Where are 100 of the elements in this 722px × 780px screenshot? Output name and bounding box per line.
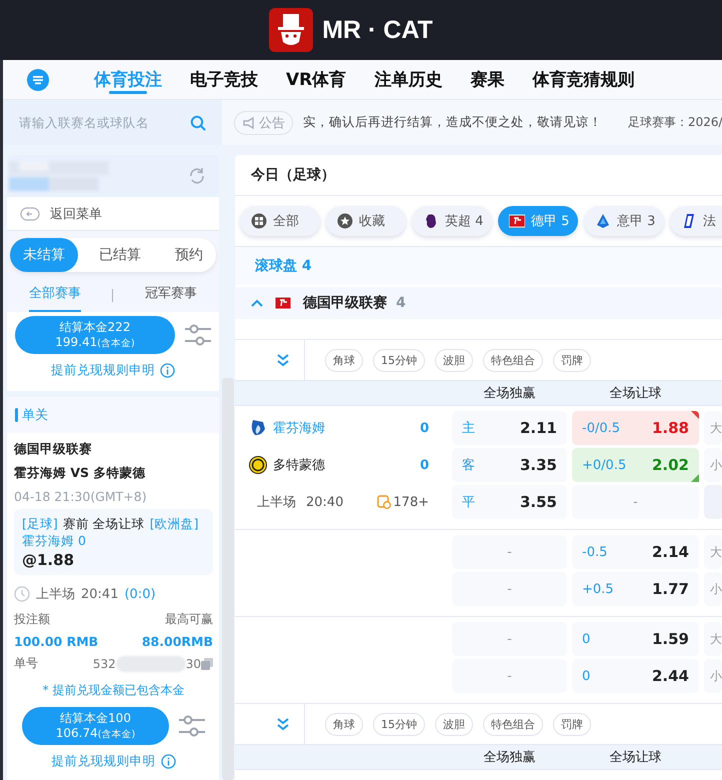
league-chip[interactable]: 英超 4 [412, 206, 492, 236]
team-name: 霍芬海姆 [273, 420, 326, 437]
nav-tab[interactable]: 体育竞猜规则 [532, 60, 634, 100]
payout-amount: 88.00RMB [142, 634, 213, 649]
team-crest-icon [249, 419, 267, 437]
filter-tab[interactable]: 冠军赛事 [145, 278, 198, 312]
markets-icon [377, 495, 392, 509]
status-tab[interactable]: 已结算 [86, 238, 154, 272]
empty-odds-cell: - [452, 535, 567, 569]
megaphone-icon [242, 116, 256, 130]
payout-label: 最高可赢 [165, 611, 213, 628]
notice-badge: 公告 [234, 110, 293, 134]
match-score: (0:0) [124, 586, 156, 602]
refresh-icon [187, 166, 207, 186]
notice-text: 实，确认后再进行结算，造成不便之处，敬请见谅！ [303, 114, 602, 131]
match-period: 上半场 [36, 586, 75, 603]
nav-tab[interactable]: 电子竞技 [190, 60, 258, 100]
sliders-icon[interactable] [179, 715, 205, 737]
column-header: 全场让球 [610, 750, 662, 765]
search-icon [190, 115, 206, 131]
info-icon [160, 754, 176, 769]
odds-button[interactable]: +0/0.5 2.02 [572, 448, 699, 482]
empty-odds-cell: - [452, 622, 567, 656]
odds-button[interactable]: -0.5 2.14 [572, 535, 699, 569]
section-marker [15, 408, 18, 422]
team-crest-icon [249, 456, 267, 474]
league-header[interactable]: 德国甲级联赛 4 [235, 287, 722, 319]
market-filter-chip[interactable]: 罚牌 [553, 712, 591, 736]
stake-label: 投注额 [14, 611, 50, 628]
market-name: 赛前 全场让球 [62, 515, 145, 532]
cat-logo-icon [269, 8, 314, 52]
section-title: 单关 [22, 407, 48, 424]
match-period: 上半场 [257, 494, 296, 511]
sliders-icon[interactable] [185, 324, 211, 346]
market-filter-chip[interactable]: 特色组合 [483, 348, 543, 372]
league-icon [275, 295, 291, 311]
pick-text: 霍芬海姆 0 [22, 532, 87, 549]
chevron-double-down-icon[interactable] [276, 717, 290, 731]
copy-icon[interactable] [201, 658, 213, 670]
empty-odds-cell: - [452, 659, 567, 693]
match-clock: 20:40 [306, 494, 344, 510]
markets-count[interactable]: 178+ [393, 494, 429, 510]
league-chip[interactable]: 意甲 3 [584, 206, 664, 236]
stake-amount: 100.00 RMB [14, 634, 98, 649]
market-filter-chip[interactable]: 波胆 [435, 712, 473, 736]
odds-button[interactable]: 平 3.55 [452, 485, 567, 519]
league-name: 德国甲级联赛 [14, 441, 93, 458]
column-header: 全场让球 [610, 386, 662, 401]
odds-button[interactable]: 主 2.11 [452, 411, 567, 445]
empty-odds-cell: - [572, 485, 699, 519]
team-score: 0 [420, 458, 429, 472]
league-chip[interactable]: 法 [670, 206, 722, 236]
match-time: 04-18 21:30(GMT+8) [14, 489, 148, 504]
nav-tab[interactable]: VR体育 [286, 60, 346, 100]
back-link[interactable]: 返回菜单 [50, 204, 102, 222]
sport-tag: [足球] [22, 515, 58, 532]
team-name: 多特蒙德 [273, 457, 326, 474]
scrollbar[interactable] [222, 378, 234, 780]
league-icon [423, 213, 439, 229]
team-score: 0 [420, 420, 429, 436]
menu-icon[interactable] [27, 68, 49, 90]
market-filter-chip[interactable]: 15分钟 [373, 348, 425, 372]
odds-button[interactable]: 0 1.59 [572, 622, 699, 656]
odds-button[interactable]: 0 2.44 [572, 659, 699, 693]
market-filter-chip[interactable]: 罚牌 [553, 348, 591, 372]
odds-value: @1.88 [22, 552, 76, 569]
nav-tab[interactable]: 赛果 [470, 60, 504, 100]
brand-name: MR · CAT [322, 16, 433, 44]
search-field[interactable]: 请输入联赛名或球队名 [3, 100, 222, 145]
column-header: 全场独赢 [484, 386, 536, 401]
market-filter-chip[interactable]: 15分钟 [373, 712, 425, 736]
league-icon [337, 213, 353, 229]
chevron-double-down-icon[interactable] [276, 353, 290, 367]
market-filter-chip[interactable]: 特色组合 [483, 712, 543, 736]
league-chip[interactable]: 收藏 [326, 206, 406, 236]
odds-button[interactable]: -0/0.5 1.88 [572, 411, 699, 445]
ticket-number: 30 [186, 656, 201, 670]
odds-format: [欧洲盘] [150, 515, 199, 532]
match-clock: 20:41 [81, 586, 118, 602]
odds-button[interactable]: +0.5 1.77 [572, 572, 699, 606]
cashout-note: * 提前兑现金额已包含本金 [42, 682, 186, 699]
match-title: 霍芬海姆 VS 多特蒙德 [14, 465, 146, 482]
panel-title: 今日（足球） [235, 155, 722, 196]
league-icon [509, 213, 525, 229]
league-icon [251, 213, 267, 229]
odds-button[interactable]: 客 3.35 [452, 448, 567, 482]
column-header: 全场独赢 [484, 750, 536, 765]
info-icon [160, 363, 175, 378]
empty-odds-cell: - [452, 572, 567, 606]
market-filter-chip[interactable]: 角球 [325, 712, 363, 736]
league-icon [595, 213, 611, 229]
league-icon [681, 213, 697, 229]
status-tab[interactable]: 预约 [162, 238, 216, 272]
ticket-number: 532 [92, 656, 116, 670]
nav-tab[interactable]: 注单历史 [374, 60, 442, 100]
market-filter-chip[interactable]: 波胆 [435, 348, 473, 372]
market-filter-chip[interactable]: 角球 [325, 348, 363, 372]
clock-icon [14, 586, 30, 602]
league-chip[interactable]: 全部 [240, 206, 320, 236]
ticket-label: 单号 [14, 655, 38, 672]
